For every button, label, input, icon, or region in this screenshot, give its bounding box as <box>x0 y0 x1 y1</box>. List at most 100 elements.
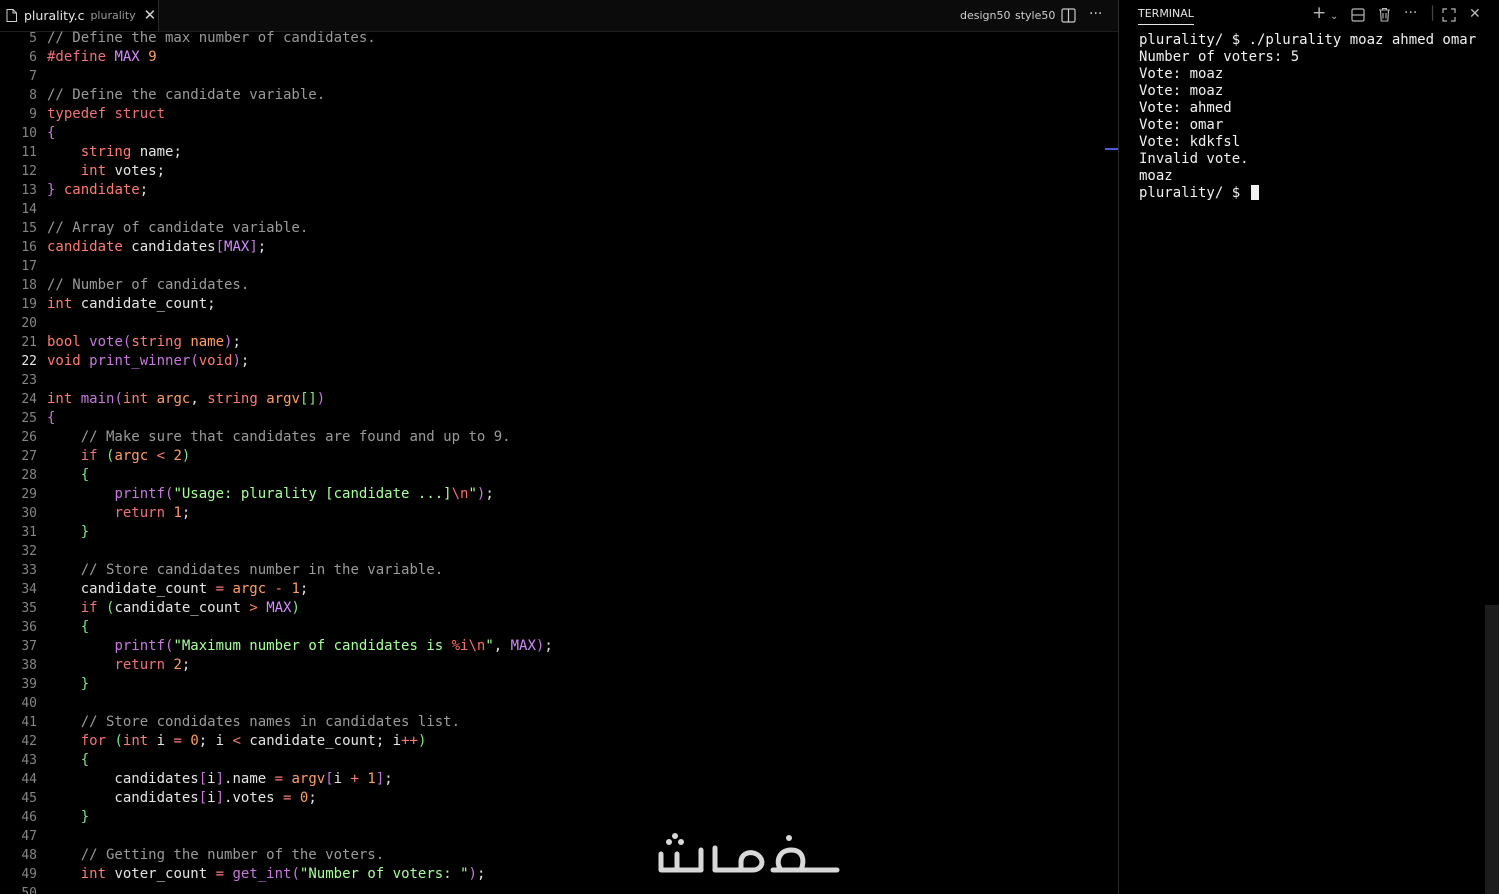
line-text[interactable]: return 2; <box>47 656 190 675</box>
line-text[interactable]: printf("Usage: plurality [candidate ...]… <box>47 485 493 504</box>
code-line[interactable]: 16 candidate candidates[MAX]; <box>0 238 1118 257</box>
code-line[interactable]: 35 if (candidate_count > MAX) <box>0 599 1118 618</box>
line-text[interactable]: { <box>47 466 89 485</box>
line-text[interactable]: #define MAX 9 <box>47 48 157 67</box>
tab-plurality-c[interactable]: plurality.c plurality ✕ <box>0 0 159 31</box>
code-line[interactable]: 41 // Store condidates names in candidat… <box>0 713 1118 732</box>
line-text[interactable]: int voter_count = get_int("Number of vot… <box>47 865 486 884</box>
line-text[interactable]: // Make sure that candidates are found a… <box>47 428 511 447</box>
code-line[interactable]: 23 <box>0 371 1118 390</box>
line-text[interactable]: printf("Maximum number of candidates is … <box>47 637 552 656</box>
code-line[interactable]: 15 // Array of candidate variable. <box>0 219 1118 238</box>
close-icon[interactable]: ✕ <box>144 8 157 23</box>
code-line[interactable]: 46 } <box>0 808 1118 827</box>
line-text[interactable]: return 1; <box>47 504 190 523</box>
code-line[interactable]: 7 <box>0 67 1118 86</box>
line-text[interactable]: // Define the candidate variable. <box>47 86 325 105</box>
terminal-tab[interactable]: TERMINAL <box>1138 7 1194 25</box>
terminal-panel[interactable]: TERMINAL + ⌄ ··· | ✕ plurality/ $ ./plur… <box>1119 0 1499 894</box>
line-text[interactable]: for (int i = 0; i < candidate_count; i++… <box>47 732 427 751</box>
code-line[interactable]: 49 int voter_count = get_int("Number of … <box>0 865 1118 884</box>
code-line[interactable]: 29 printf("Usage: plurality [candidate .… <box>0 485 1118 504</box>
line-text[interactable]: int main(int argc, string argv[]) <box>47 390 325 409</box>
close-icon[interactable]: ✕ <box>1469 6 1481 22</box>
line-text[interactable]: if (candidate_count > MAX) <box>47 599 300 618</box>
code-line[interactable]: 33 // Store candidates number in the var… <box>0 561 1118 580</box>
more-actions-icon[interactable]: ··· <box>1089 6 1102 22</box>
split-terminal-icon[interactable] <box>1351 8 1365 22</box>
line-text[interactable]: candidates[i].votes = 0; <box>47 789 316 808</box>
code-line[interactable]: 47 <box>0 827 1118 846</box>
line-text[interactable]: { <box>47 618 89 637</box>
line-text[interactable]: // Getting the number of the voters. <box>47 846 384 865</box>
line-text[interactable]: { <box>47 751 89 770</box>
code-line[interactable]: 5 // Define the max number of candidates. <box>0 29 1118 48</box>
more-actions-icon[interactable]: ··· <box>1404 5 1417 21</box>
code-area[interactable]: 5 // Define the max number of candidates.… <box>0 29 1118 894</box>
trash-icon[interactable] <box>1378 7 1391 22</box>
line-text[interactable]: // Store condidates names in candidates … <box>47 713 460 732</box>
line-text[interactable]: typedef struct <box>47 105 165 124</box>
split-editor-icon[interactable] <box>1061 8 1076 23</box>
code-line[interactable]: 48 // Getting the number of the voters. <box>0 846 1118 865</box>
code-line[interactable]: 17 <box>0 257 1118 276</box>
line-text[interactable]: } <box>47 675 89 694</box>
code-line[interactable]: 10 { <box>0 124 1118 143</box>
code-line[interactable]: 12 int votes; <box>0 162 1118 181</box>
code-line[interactable]: 30 return 1; <box>0 504 1118 523</box>
line-text[interactable]: // Define the max number of candidates. <box>47 29 376 48</box>
line-text[interactable]: // Number of candidates. <box>47 276 249 295</box>
code-line[interactable]: 45 candidates[i].votes = 0; <box>0 789 1118 808</box>
style50-button[interactable]: style50 <box>1015 9 1055 22</box>
code-line[interactable]: 18 // Number of candidates. <box>0 276 1118 295</box>
chevron-down-icon[interactable]: ⌄ <box>1330 9 1338 25</box>
code-line[interactable]: 25 { <box>0 409 1118 428</box>
code-line[interactable]: 44 candidates[i].name = argv[i + 1]; <box>0 770 1118 789</box>
code-line[interactable]: 43 { <box>0 751 1118 770</box>
line-text[interactable]: string name; <box>47 143 182 162</box>
code-line[interactable]: 9 typedef struct <box>0 105 1118 124</box>
code-line[interactable]: 11 string name; <box>0 143 1118 162</box>
code-line[interactable]: 50 <box>0 884 1118 894</box>
code-line[interactable]: 42 for (int i = 0; i < candidate_count; … <box>0 732 1118 751</box>
line-text[interactable]: if (argc < 2) <box>47 447 191 466</box>
code-line[interactable]: 20 <box>0 314 1118 333</box>
code-line[interactable]: 8 // Define the candidate variable. <box>0 86 1118 105</box>
new-terminal-icon[interactable]: + <box>1312 5 1326 22</box>
line-text[interactable]: // Store candidates number in the variab… <box>47 561 443 580</box>
code-line[interactable]: 36 { <box>0 618 1118 637</box>
line-text[interactable]: candidate_count = argc - 1; <box>47 580 309 599</box>
code-line[interactable]: 37 printf("Maximum number of candidates … <box>0 637 1118 656</box>
line-text[interactable]: candidates[i].name = argv[i + 1]; <box>47 770 392 789</box>
terminal-output[interactable]: plurality/ $ ./plurality moaz ahmed omar… <box>1139 32 1499 202</box>
code-line[interactable]: 14 <box>0 200 1118 219</box>
code-line[interactable]: 6 #define MAX 9 <box>0 48 1118 67</box>
line-text[interactable]: bool vote(string name); <box>47 333 241 352</box>
line-text[interactable]: candidate candidates[MAX]; <box>47 238 266 257</box>
code-line[interactable]: 32 <box>0 542 1118 561</box>
terminal-prompt-line[interactable]: plurality/ $ <box>1139 185 1499 202</box>
terminal-scrollbar[interactable] <box>1485 605 1499 894</box>
line-text[interactable]: void print_winner(void); <box>47 352 249 371</box>
design50-button[interactable]: design50 <box>960 9 1011 22</box>
code-line[interactable]: 40 <box>0 694 1118 713</box>
line-text[interactable]: } candidate; <box>47 181 148 200</box>
line-text[interactable]: int candidate_count; <box>47 295 216 314</box>
code-line[interactable]: 13} candidate; <box>0 181 1118 200</box>
code-line[interactable]: 26 // Make sure that candidates are foun… <box>0 428 1118 447</box>
code-line[interactable]: 19 int candidate_count; <box>0 295 1118 314</box>
line-text[interactable]: { <box>47 409 55 428</box>
code-line[interactable]: 24 int main(int argc, string argv[]) <box>0 390 1118 409</box>
code-line[interactable]: 28 { <box>0 466 1118 485</box>
maximize-icon[interactable] <box>1442 8 1456 22</box>
code-line[interactable]: 22 void print_winner(void); <box>0 352 1118 371</box>
code-editor[interactable]: plurality.c plurality ✕ design50 style50… <box>0 0 1118 894</box>
line-text[interactable]: // Array of candidate variable. <box>47 219 308 238</box>
code-line[interactable]: 21 bool vote(string name); <box>0 333 1118 352</box>
line-text[interactable]: int votes; <box>47 162 165 181</box>
code-line[interactable]: 27 if (argc < 2) <box>0 447 1118 466</box>
code-line[interactable]: 31 } <box>0 523 1118 542</box>
code-line[interactable]: 34 candidate_count = argc - 1; <box>0 580 1118 599</box>
line-text[interactable]: } <box>47 523 89 542</box>
line-text[interactable]: { <box>47 124 55 143</box>
